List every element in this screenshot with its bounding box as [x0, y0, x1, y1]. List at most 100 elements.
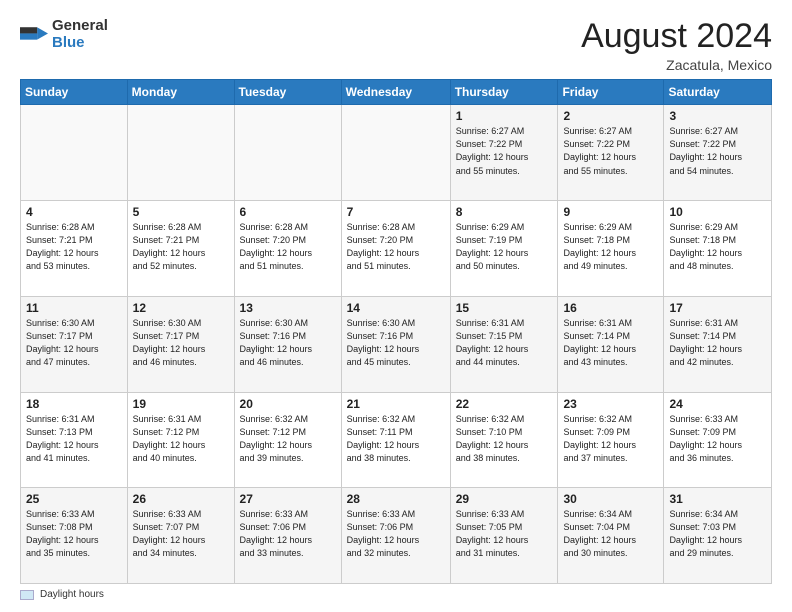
- calendar-cell: 24Sunrise: 6:33 AM Sunset: 7:09 PM Dayli…: [664, 392, 772, 488]
- header-tuesday: Tuesday: [234, 80, 341, 105]
- header-monday: Monday: [127, 80, 234, 105]
- day-info: Sunrise: 6:32 AM Sunset: 7:11 PM Dayligh…: [347, 414, 420, 463]
- calendar-cell: 15 Sunrise: 6:31 AM Sunset: 7:15 PM Dayli…: [450, 296, 558, 392]
- calendar-cell: [341, 105, 450, 201]
- day-info: Sunrise: 6:28 AM Sunset: 7:20 PM Dayligh…: [347, 222, 420, 271]
- day-number: 19: [133, 397, 229, 411]
- header-friday: Friday: [558, 80, 664, 105]
- calendar-cell: 3 Sunrise: 6:27 AM Sunset: 7:22 PM Daylig…: [664, 105, 772, 201]
- page: General Blue August 2024 Zacatula, Mexic…: [0, 0, 792, 612]
- day-number: 21: [347, 397, 445, 411]
- day-number: 7: [347, 205, 445, 219]
- day-number: 17: [669, 301, 766, 315]
- day-info: Sunrise: 6:33 AM Sunset: 7:08 PM Dayligh…: [26, 509, 99, 558]
- calendar-cell: 12 Sunrise: 6:30 AM Sunset: 7:17 PM Dayli…: [127, 296, 234, 392]
- calendar-cell: 14 Sunrise: 6:30 AM Sunset: 7:16 PM Dayli…: [341, 296, 450, 392]
- calendar-cell: 26Sunrise: 6:33 AM Sunset: 7:07 PM Dayli…: [127, 488, 234, 584]
- calendar-cell: 5Sunrise: 6:28 AM Sunset: 7:21 PM Daylig…: [127, 201, 234, 297]
- title-block: August 2024 Zacatula, Mexico: [581, 18, 772, 73]
- logo-icon: [20, 21, 48, 49]
- day-info: Sunrise: 6:32 AM Sunset: 7:10 PM Dayligh…: [456, 414, 529, 463]
- week-row-1: 4 Sunrise: 6:28 AM Sunset: 7:21 PM Daylig…: [21, 201, 772, 297]
- calendar-cell: 10 Sunrise: 6:29 AM Sunset: 7:18 PM Dayli…: [664, 201, 772, 297]
- day-info: Sunrise: 6:29 AM Sunset: 7:18 PM Dayligh…: [563, 222, 636, 271]
- day-number: 4: [26, 205, 122, 219]
- day-number: 30: [563, 492, 658, 506]
- header-sunday: Sunday: [21, 80, 128, 105]
- day-info: Sunrise: 6:32 AM Sunset: 7:12 PM Dayligh…: [240, 414, 313, 463]
- calendar-cell: 19Sunrise: 6:31 AM Sunset: 7:12 PM Dayli…: [127, 392, 234, 488]
- calendar: SundayMondayTuesdayWednesdayThursdayFrid…: [20, 79, 772, 584]
- day-info: Sunrise: 6:31 AM Sunset: 7:15 PM Dayligh…: [456, 318, 529, 367]
- day-number: 25: [26, 492, 122, 506]
- calendar-cell: 22 Sunrise: 6:32 AM Sunset: 7:10 PM Dayli…: [450, 392, 558, 488]
- day-info: Sunrise: 6:27 AM Sunset: 7:22 PM Dayligh…: [456, 126, 529, 175]
- calendar-cell: 7 Sunrise: 6:28 AM Sunset: 7:20 PM Daylig…: [341, 201, 450, 297]
- day-info: Sunrise: 6:33 AM Sunset: 7:06 PM Dayligh…: [347, 509, 420, 558]
- legend: Daylight hours: [20, 589, 772, 600]
- day-info: Sunrise: 6:29 AM Sunset: 7:19 PM Dayligh…: [456, 222, 529, 271]
- calendar-cell: 9 Sunrise: 6:29 AM Sunset: 7:18 PM Daylig…: [558, 201, 664, 297]
- header-wednesday: Wednesday: [341, 80, 450, 105]
- month-year: August 2024: [581, 18, 772, 55]
- calendar-cell: 27Sunrise: 6:33 AM Sunset: 7:06 PM Dayli…: [234, 488, 341, 584]
- day-info: Sunrise: 6:27 AM Sunset: 7:22 PM Dayligh…: [563, 126, 636, 175]
- day-number: 2: [563, 109, 658, 123]
- day-info: Sunrise: 6:28 AM Sunset: 7:21 PM Dayligh…: [133, 222, 206, 271]
- day-number: 12: [133, 301, 229, 315]
- calendar-cell: 17 Sunrise: 6:31 AM Sunset: 7:14 PM Dayli…: [664, 296, 772, 392]
- calendar-cell: [21, 105, 128, 201]
- day-info: Sunrise: 6:31 AM Sunset: 7:14 PM Dayligh…: [669, 318, 742, 367]
- day-info: Sunrise: 6:34 AM Sunset: 7:04 PM Dayligh…: [563, 509, 636, 558]
- day-number: 24: [669, 397, 766, 411]
- day-info: Sunrise: 6:30 AM Sunset: 7:17 PM Dayligh…: [133, 318, 206, 367]
- day-number: 15: [456, 301, 553, 315]
- calendar-cell: 31Sunrise: 6:34 AM Sunset: 7:03 PM Dayli…: [664, 488, 772, 584]
- logo-general: General: [52, 17, 108, 34]
- day-number: 26: [133, 492, 229, 506]
- day-info: Sunrise: 6:27 AM Sunset: 7:22 PM Dayligh…: [669, 126, 742, 175]
- calendar-cell: 11 Sunrise: 6:30 AM Sunset: 7:17 PM Dayli…: [21, 296, 128, 392]
- day-info: Sunrise: 6:28 AM Sunset: 7:20 PM Dayligh…: [240, 222, 313, 271]
- day-info: Sunrise: 6:31 AM Sunset: 7:13 PM Dayligh…: [26, 414, 99, 463]
- top-header: General Blue August 2024 Zacatula, Mexic…: [20, 18, 772, 73]
- day-info: Sunrise: 6:30 AM Sunset: 7:17 PM Dayligh…: [26, 318, 99, 367]
- calendar-cell: 20 Sunrise: 6:32 AM Sunset: 7:12 PM Dayli…: [234, 392, 341, 488]
- day-info: Sunrise: 6:30 AM Sunset: 7:16 PM Dayligh…: [347, 318, 420, 367]
- legend-label: Daylight hours: [40, 589, 104, 600]
- logo-text: General Blue: [52, 18, 108, 51]
- calendar-cell: 30 Sunrise: 6:34 AM Sunset: 7:04 PM Dayli…: [558, 488, 664, 584]
- day-number: 20: [240, 397, 336, 411]
- week-row-3: 18 Sunrise: 6:31 AM Sunset: 7:13 PM Dayli…: [21, 392, 772, 488]
- logo-blue: Blue: [52, 34, 85, 51]
- calendar-cell: 8Sunrise: 6:29 AM Sunset: 7:19 PM Daylig…: [450, 201, 558, 297]
- day-number: 23: [563, 397, 658, 411]
- day-number: 27: [240, 492, 336, 506]
- day-number: 9: [563, 205, 658, 219]
- day-number: 3: [669, 109, 766, 123]
- week-row-0: 1 Sunrise: 6:27 AM Sunset: 7:22 PM Daylig…: [21, 105, 772, 201]
- day-number: 1: [456, 109, 553, 123]
- day-number: 11: [26, 301, 122, 315]
- calendar-cell: 1 Sunrise: 6:27 AM Sunset: 7:22 PM Daylig…: [450, 105, 558, 201]
- day-number: 18: [26, 397, 122, 411]
- day-info: Sunrise: 6:32 AM Sunset: 7:09 PM Dayligh…: [563, 414, 636, 463]
- calendar-cell: 13Sunrise: 6:30 AM Sunset: 7:16 PM Dayli…: [234, 296, 341, 392]
- header-saturday: Saturday: [664, 80, 772, 105]
- calendar-cell: [127, 105, 234, 201]
- week-row-2: 11 Sunrise: 6:30 AM Sunset: 7:17 PM Dayli…: [21, 296, 772, 392]
- day-number: 22: [456, 397, 553, 411]
- day-number: 14: [347, 301, 445, 315]
- header-thursday: Thursday: [450, 80, 558, 105]
- calendar-cell: 4 Sunrise: 6:28 AM Sunset: 7:21 PM Daylig…: [21, 201, 128, 297]
- calendar-cell: 18 Sunrise: 6:31 AM Sunset: 7:13 PM Dayli…: [21, 392, 128, 488]
- day-number: 13: [240, 301, 336, 315]
- day-info: Sunrise: 6:31 AM Sunset: 7:14 PM Dayligh…: [563, 318, 636, 367]
- day-number: 31: [669, 492, 766, 506]
- day-info: Sunrise: 6:28 AM Sunset: 7:21 PM Dayligh…: [26, 222, 99, 271]
- calendar-cell: 21 Sunrise: 6:32 AM Sunset: 7:11 PM Dayli…: [341, 392, 450, 488]
- day-number: 10: [669, 205, 766, 219]
- day-number: 29: [456, 492, 553, 506]
- day-info: Sunrise: 6:29 AM Sunset: 7:18 PM Dayligh…: [669, 222, 742, 271]
- legend-box: [20, 590, 34, 600]
